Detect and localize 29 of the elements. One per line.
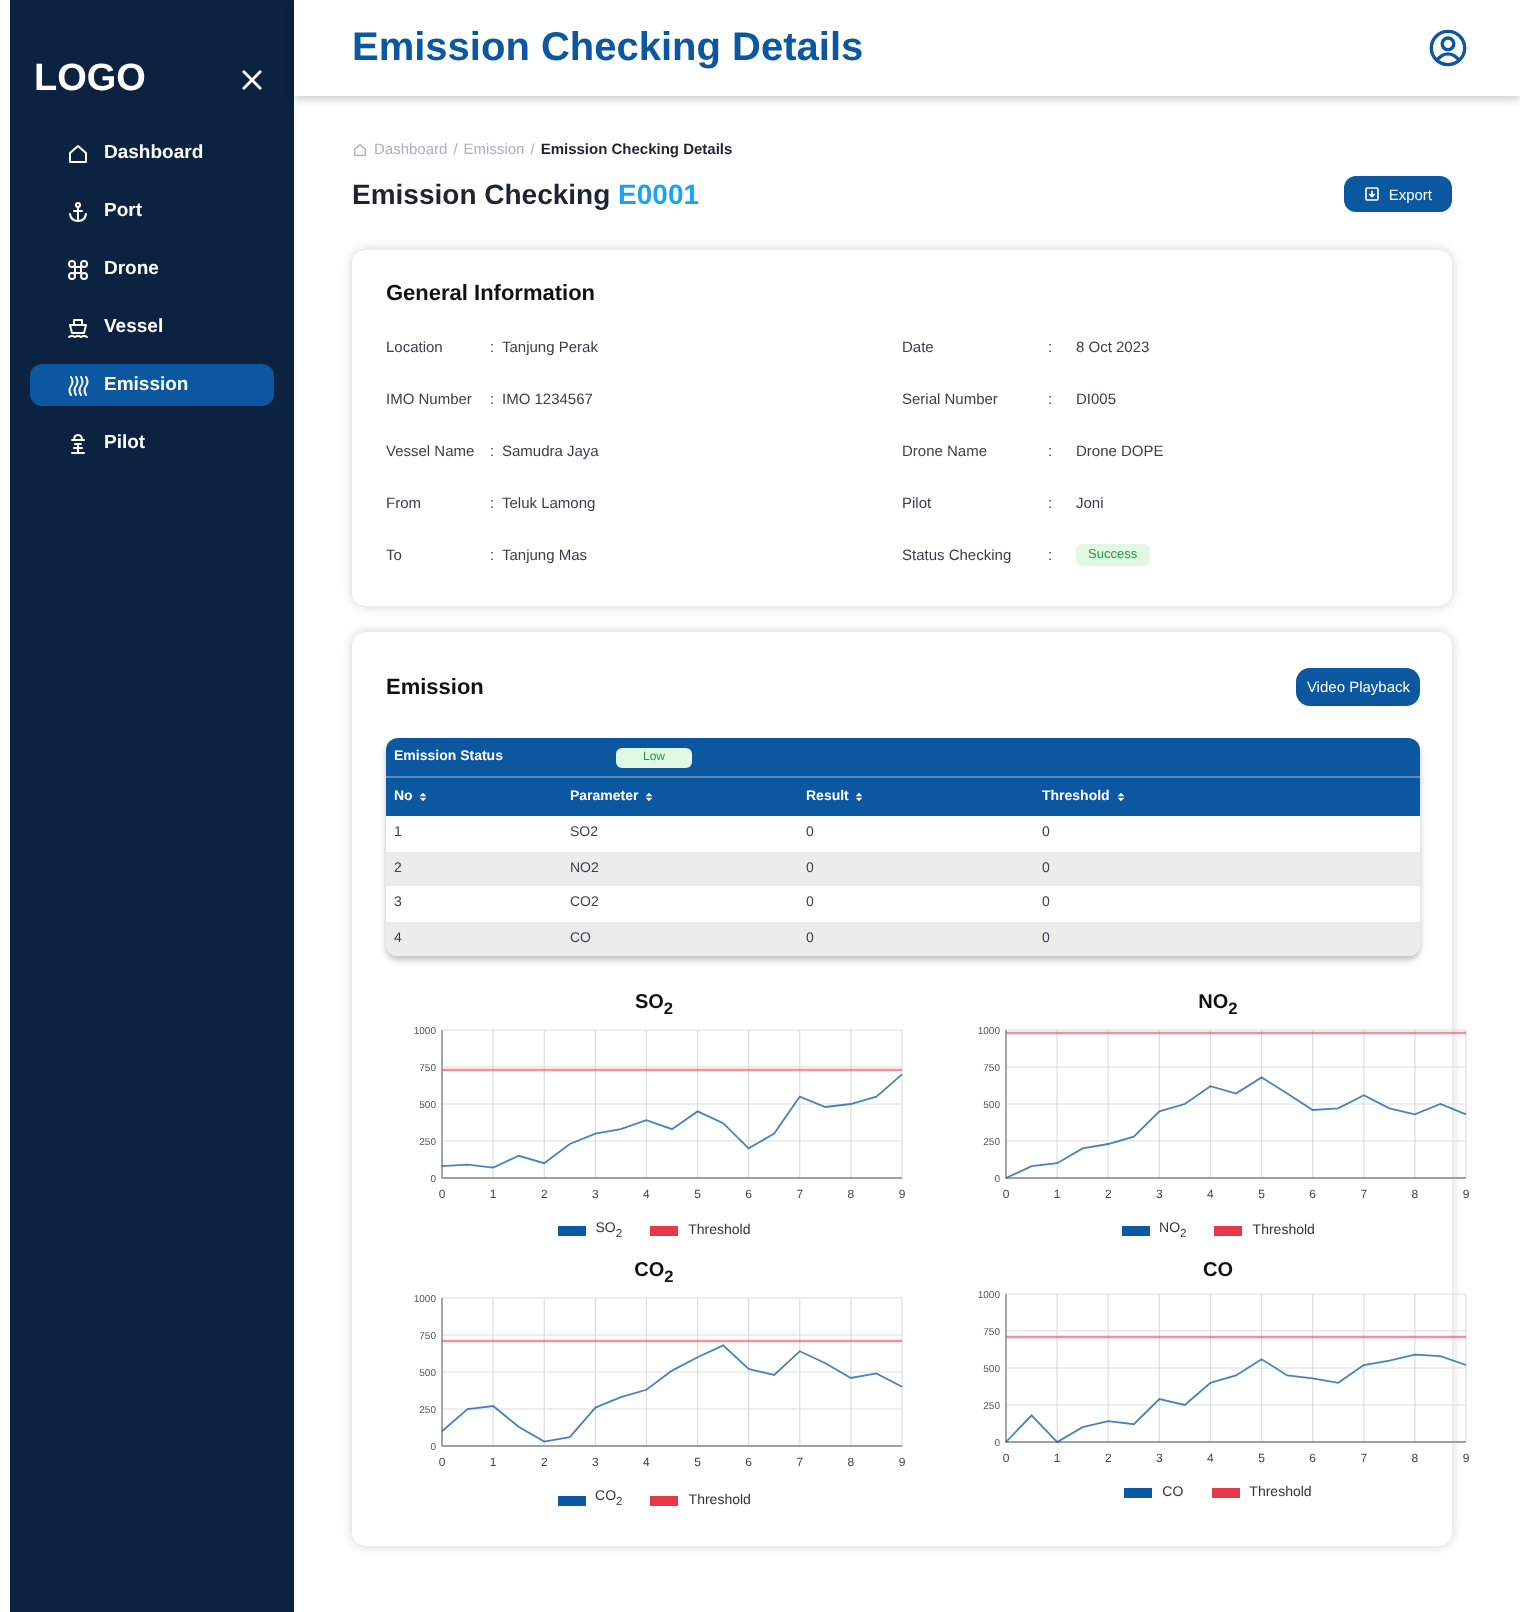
- card-title: Emission: [386, 675, 484, 699]
- sidebar-item[interactable]: Emission: [30, 364, 274, 406]
- home-icon: [352, 141, 368, 157]
- home-icon: [66, 141, 90, 165]
- logo: LOGO: [34, 58, 146, 102]
- header-title: Emission Checking Details: [352, 25, 864, 71]
- page-title: Emission Checking E0001: [352, 178, 700, 210]
- sidebar-item[interactable]: Pilot: [30, 422, 274, 464]
- sidebar-item[interactable]: Port: [30, 190, 274, 232]
- chart-title: CO: [1203, 1260, 1233, 1283]
- anchor-icon: [66, 199, 90, 223]
- chart-title: NO$_{2}$: [1198, 992, 1238, 1018]
- waves-icon: [66, 373, 90, 397]
- sort-icon: [854, 790, 865, 804]
- sort-icon: [1115, 790, 1126, 804]
- card-title: General Information: [386, 282, 598, 306]
- ship-icon: [66, 315, 90, 339]
- download-icon: [1364, 186, 1381, 202]
- sidebar-item[interactable]: Dashboard: [30, 132, 274, 174]
- close-icon[interactable]: [238, 66, 266, 94]
- chart-title: CO$_{2}$: [634, 1260, 674, 1287]
- sidebar-item[interactable]: Vessel: [30, 306, 274, 348]
- drone-icon: [66, 257, 90, 281]
- sort-icon: [644, 790, 655, 804]
- chart-title: SO$_{2}$: [634, 992, 674, 1018]
- sort-icon: [418, 790, 429, 804]
- sidebar-item[interactable]: Drone: [30, 248, 274, 290]
- pilot-icon: [66, 431, 90, 455]
- user-avatar-icon[interactable]: [1428, 28, 1468, 68]
